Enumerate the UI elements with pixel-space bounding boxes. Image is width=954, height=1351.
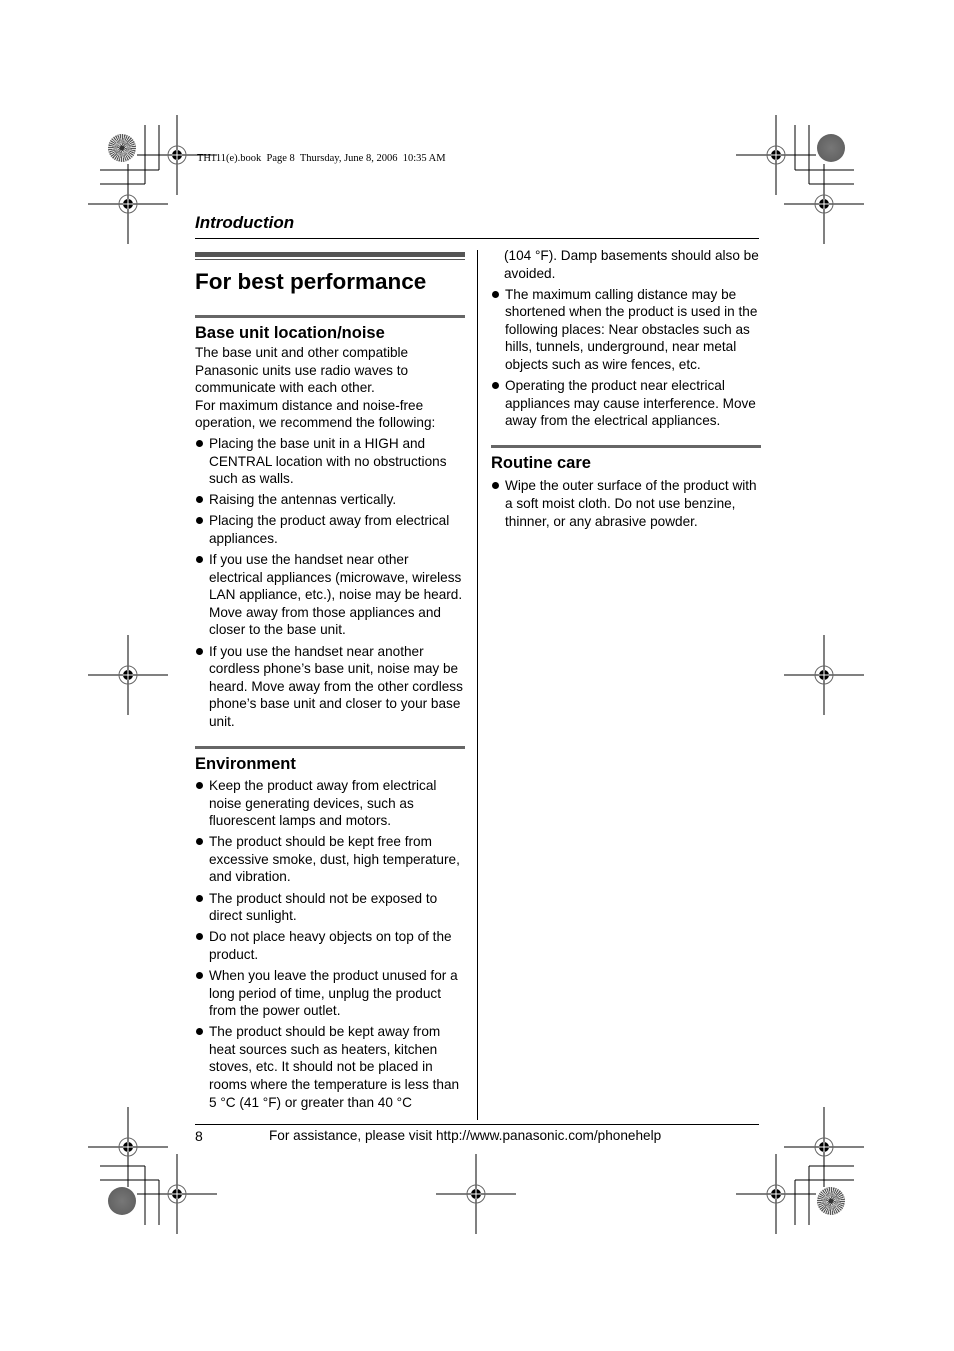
heading-rule-thin [195, 259, 465, 260]
section-title: Introduction [195, 213, 295, 232]
left-column: For best performance Base unit location/… [195, 252, 465, 1115]
subsection-rule [491, 445, 761, 449]
list-item: Keep the product away from electrical no… [195, 777, 465, 830]
header-rule [195, 238, 759, 239]
list-item: Operating the product near electrical ap… [491, 377, 761, 430]
color-target-top-right [817, 134, 845, 162]
color-target-bottom-left [108, 1187, 136, 1215]
list-item: The product should be kept free from exc… [195, 833, 465, 886]
heading-rule [195, 252, 465, 257]
list-item: The maximum calling distance may be shor… [491, 286, 761, 374]
subsection-rule [195, 745, 465, 749]
right-column: (104 °F). Damp basements should also be … [491, 247, 761, 534]
list-item: If you use the handset near another cord… [195, 643, 465, 731]
list-item: Placing the base unit in a HIGH and CENT… [195, 435, 465, 488]
list-item: Placing the product away from electrical… [195, 512, 465, 547]
subheading-routine-care: Routine care [491, 454, 591, 473]
list-item: If you use the handset near other electr… [195, 551, 465, 639]
column-divider [477, 250, 478, 1120]
environment-list: Keep the product away from electrical no… [195, 777, 465, 1111]
page-heading: For best performance [195, 269, 427, 294]
list-item: The product should not be exposed to dir… [195, 890, 465, 925]
footer-assistance-text: For assistance, please visit http://www.… [269, 1128, 662, 1143]
list-item: The product should be kept away from hea… [195, 1023, 465, 1111]
print-slug: TH111(e).book Page 8 Thursday, June 8, 2… [197, 153, 446, 164]
subheading-environment: Environment [195, 754, 296, 773]
color-target-bottom-right [817, 1187, 845, 1215]
intro-paragraph: The base unit and other compatible Panas… [195, 345, 409, 396]
routine-care-list: Wipe the outer surface of the product wi… [491, 477, 761, 530]
base-unit-list: Placing the base unit in a HIGH and CENT… [195, 435, 465, 731]
list-item-continuation: (104 °F). Damp basements should also be … [504, 248, 759, 281]
intro-paragraph: For maximum distance and noise-free oper… [195, 397, 436, 431]
color-target-top-left [108, 134, 136, 162]
list-item: Raising the antennas vertically. [195, 491, 465, 509]
page-number: 8 [195, 1128, 203, 1144]
list-item: Wipe the outer surface of the product wi… [491, 477, 761, 530]
environment-list-continued: The maximum calling distance may be shor… [491, 286, 761, 430]
subsection-rule [195, 315, 465, 318]
list-item: When you leave the product unused for a … [195, 967, 465, 1020]
subheading-base-unit: Base unit location/noise [195, 324, 385, 342]
footer-rule [195, 1124, 759, 1125]
list-item: Do not place heavy objects on top of the… [195, 928, 465, 963]
